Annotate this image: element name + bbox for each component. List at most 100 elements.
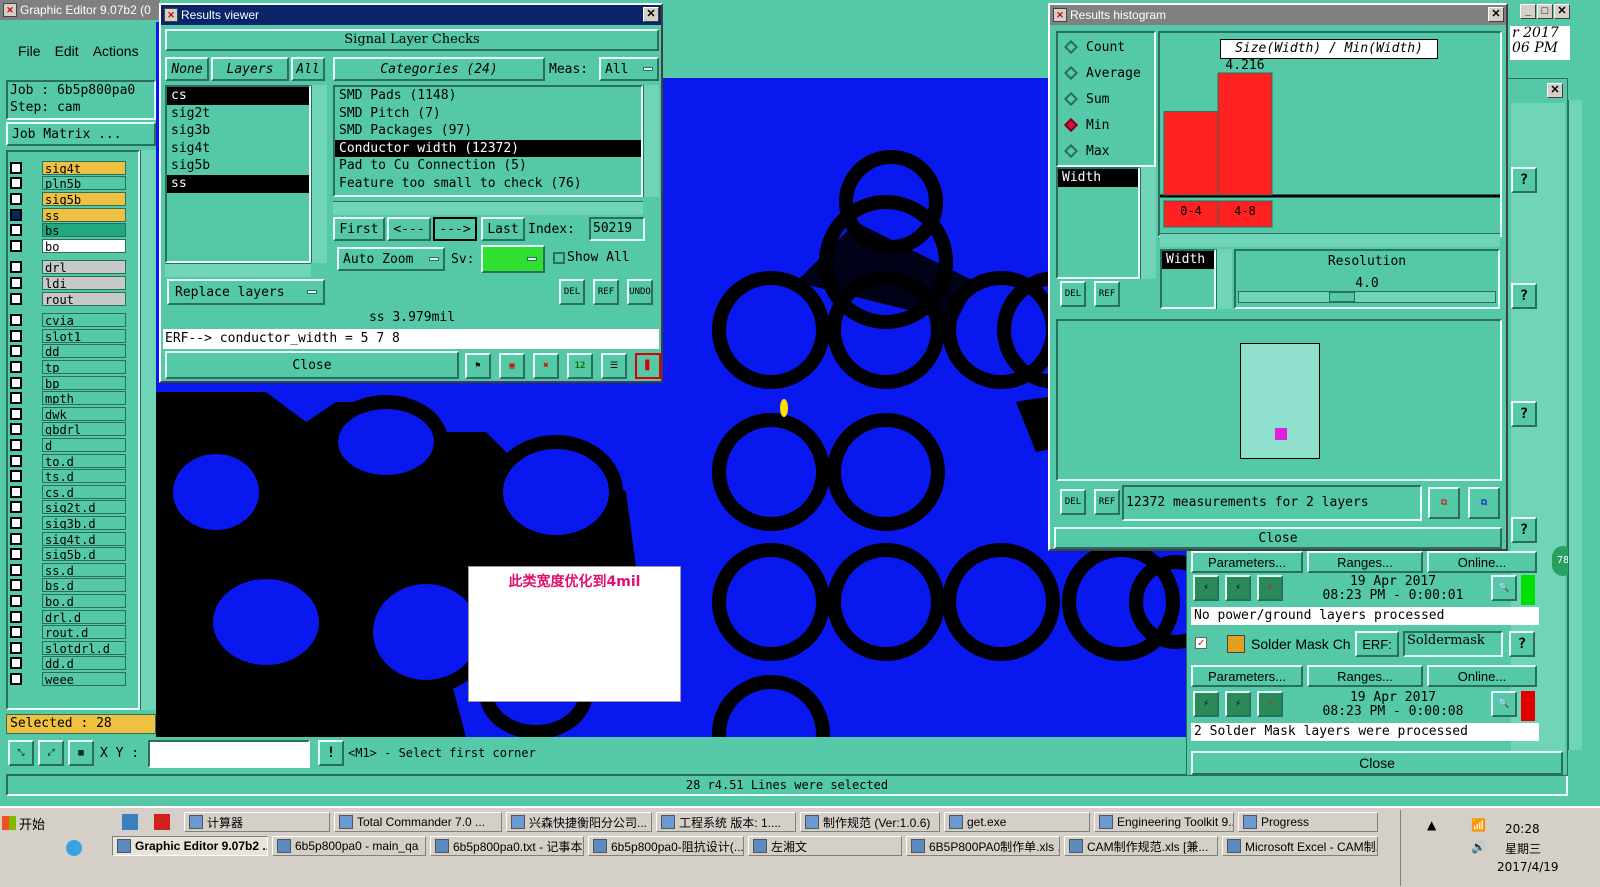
layer-name[interactable]: bo.d	[42, 593, 126, 608]
histogram-titlebar[interactable]: ✕ Results histogram	[1050, 5, 1506, 25]
layer-checkbox[interactable]	[10, 345, 22, 358]
layer-row[interactable]: mpth	[10, 390, 126, 406]
taskbar-button[interactable]: 兴森快捷衡阳分公司...	[506, 812, 652, 832]
main-maximize-button[interactable]: □	[1537, 4, 1553, 19]
histogram-icon[interactable]: ▊	[635, 353, 661, 379]
layer-checkbox[interactable]	[10, 407, 22, 420]
zoom-area-icon[interactable]: ⤢	[38, 740, 64, 766]
taskbar-button[interactable]: 6b5p800pa0.txt - 记事本	[430, 836, 584, 856]
layer-checkbox[interactable]	[10, 360, 22, 373]
layer-name[interactable]: sig4t.d	[42, 531, 126, 546]
layer-row[interactable]: d	[10, 437, 126, 453]
job-matrix-button[interactable]: Job Matrix ...	[6, 122, 156, 146]
category-item[interactable]: Feature too small to check (76)	[335, 175, 641, 193]
layer-row[interactable]: dwk	[10, 406, 126, 422]
taskbar-button[interactable]: 左湘文	[748, 836, 902, 856]
hist-ref-icon-2[interactable]: REF	[1094, 489, 1120, 515]
layer-row[interactable]: sig3b.d	[10, 515, 126, 531]
layer-checkbox[interactable]	[10, 594, 22, 607]
layer-name[interactable]: d	[42, 437, 126, 452]
check-enabled-checkbox[interactable]: ✓	[1195, 637, 1207, 649]
layer-row[interactable]: bs.d	[10, 578, 126, 594]
result-layer-item[interactable]: sig4t	[167, 140, 309, 158]
hist-del-icon[interactable]: DEL	[1060, 281, 1086, 307]
layer-name[interactable]: sig4t	[42, 160, 126, 175]
pdf-icon[interactable]	[154, 814, 170, 830]
layer-row[interactable]: dd	[10, 344, 126, 360]
menu-actions[interactable]: Actions	[93, 43, 139, 59]
layer-row[interactable]: rout.d	[10, 624, 126, 640]
layer-checkbox[interactable]	[10, 672, 22, 685]
zoom-result-icon-1[interactable]: 🔍	[1491, 575, 1517, 601]
layer-checkbox[interactable]	[10, 192, 22, 205]
zoom-result-icon-2[interactable]: 🔍	[1491, 691, 1517, 717]
layer-name[interactable]: bs.d	[42, 578, 126, 593]
layer-name[interactable]: drl	[42, 260, 126, 275]
layer-checkbox[interactable]	[10, 224, 22, 237]
layer-checkbox[interactable]	[10, 454, 22, 467]
ref-icon[interactable]: REF	[593, 279, 619, 305]
layer-checkbox[interactable]	[10, 177, 22, 190]
ranges-button-2[interactable]: Ranges...	[1307, 665, 1423, 687]
all-button[interactable]: All	[291, 57, 325, 81]
next-button[interactable]: --->	[433, 217, 477, 241]
layer-checkbox[interactable]	[10, 261, 22, 274]
taskbar-button[interactable]: 计算器	[184, 812, 330, 832]
layers-button[interactable]: Layers	[211, 57, 289, 81]
taskbar-button[interactable]: Microsoft Excel - CAM制...	[1222, 836, 1378, 856]
layer-checkbox[interactable]	[10, 610, 22, 623]
result-layer-list[interactable]: cs sig2t sig3b sig4t sig5b ss	[165, 85, 311, 263]
layer-name[interactable]: sig5b.d	[42, 547, 126, 562]
help-icon-5[interactable]: ?	[1509, 631, 1535, 657]
histogram-option-sum[interactable]: Sum	[1063, 87, 1109, 111]
result-layer-item[interactable]: sig3b	[167, 122, 309, 140]
layer-checkbox[interactable]	[10, 657, 22, 670]
replace-layers-dropdown[interactable]: Replace layers	[167, 279, 325, 305]
layer-name[interactable]: tp	[42, 359, 126, 374]
layer-name[interactable]: dwk	[42, 406, 126, 421]
layer-row[interactable]: sig2t.d	[10, 500, 126, 516]
layer-row[interactable]: cs.d	[10, 484, 126, 500]
tray-network-icon[interactable]: 📶	[1471, 818, 1486, 832]
layer-checkbox[interactable]	[10, 532, 22, 545]
layer-name[interactable]: dd	[42, 344, 126, 359]
layer-name[interactable]: to.d	[42, 453, 126, 468]
category-hscrollbar[interactable]	[333, 201, 643, 215]
layer-row[interactable]: sig5b	[10, 191, 126, 207]
layer-checkbox[interactable]	[10, 376, 22, 389]
layer-name[interactable]: bs	[42, 223, 126, 238]
tray-shield-icon[interactable]	[122, 814, 138, 830]
export-icon-2[interactable]: ⧉	[1468, 487, 1500, 519]
checklist-scrollbar[interactable]	[1568, 100, 1582, 750]
layer-row[interactable]: gbdrl	[10, 422, 126, 438]
layer-row[interactable]: ss	[10, 207, 126, 223]
layer-name[interactable]: pln5b	[42, 176, 126, 191]
run-icon-1c[interactable]: ⚡	[1257, 575, 1283, 601]
hist-ref-icon[interactable]: REF	[1094, 281, 1120, 307]
parameters-button-2[interactable]: Parameters...	[1191, 665, 1303, 687]
layer-name[interactable]: slotdrl.d	[42, 640, 126, 655]
taskbar-button[interactable]: Graphic Editor 9.07b2 ...	[112, 836, 268, 856]
flag-icon[interactable]: ⚑	[465, 353, 491, 379]
layer-row[interactable]: bp	[10, 375, 126, 391]
layer-name[interactable]: drl.d	[42, 609, 126, 624]
layer-name[interactable]: sig5b	[42, 191, 126, 206]
first-button[interactable]: First	[333, 217, 385, 241]
layer-name[interactable]: rout.d	[42, 625, 126, 640]
layer-row[interactable]: bo.d	[10, 593, 126, 609]
taskbar-button[interactable]: 6b5p800pa0-阻抗设计(...	[588, 836, 744, 856]
layer-name[interactable]: slot1	[42, 328, 126, 343]
layer-name[interactable]: ldi	[42, 275, 126, 290]
layer-row[interactable]: ts.d	[10, 468, 126, 484]
undo-icon[interactable]: UNDO	[627, 279, 653, 305]
layer-name[interactable]: cvia	[42, 313, 126, 328]
layer-checkbox[interactable]	[10, 501, 22, 514]
run-icon-2a[interactable]: ⚡	[1193, 691, 1219, 717]
category-scrollbar[interactable]	[643, 85, 659, 197]
res-field-item[interactable]: Width	[1162, 251, 1214, 269]
run-icon-2b[interactable]: ⚡	[1225, 691, 1251, 717]
result-layer-hscrollbar[interactable]	[165, 263, 311, 277]
meas-dropdown[interactable]: All	[599, 57, 659, 81]
layer-name[interactable]: rout	[42, 291, 126, 306]
layer-name[interactable]: sig3b.d	[42, 515, 126, 530]
